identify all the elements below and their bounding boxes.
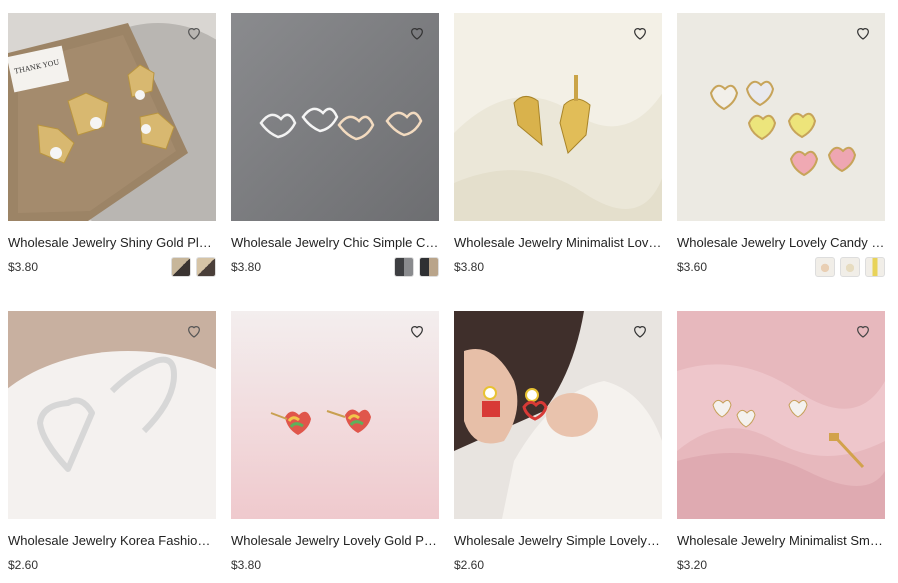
variant-swatch[interactable] xyxy=(171,257,191,277)
product-title[interactable]: Wholesale Jewelry Minimalist Lovel... xyxy=(454,235,662,251)
product-price: $2.60 xyxy=(8,558,39,572)
product-title[interactable]: Wholesale Jewelry Korea Fashion H... xyxy=(8,533,216,549)
product-price: $3.60 xyxy=(677,260,708,274)
product-image[interactable] xyxy=(677,13,885,221)
heart-outline-icon[interactable] xyxy=(632,323,648,339)
variant-swatch[interactable] xyxy=(196,257,216,277)
heart-outline-icon[interactable] xyxy=(855,25,871,41)
heart-outline-icon[interactable] xyxy=(186,25,202,41)
product-title[interactable]: Wholesale Jewelry Minimalist Small ... xyxy=(677,533,885,549)
product-title[interactable]: Wholesale Jewelry Shiny Gold Plate... xyxy=(8,235,216,251)
product-card[interactable]: Wholesale Jewelry Minimalist Small ... $… xyxy=(677,311,885,583)
variant-swatch[interactable] xyxy=(394,257,414,277)
product-card[interactable]: Wholesale Jewelry Minimalist Lovel... $3… xyxy=(454,13,662,285)
product-image[interactable] xyxy=(454,13,662,221)
color-swatches xyxy=(171,257,216,277)
variant-swatch[interactable] xyxy=(840,257,860,277)
product-image[interactable] xyxy=(677,311,885,519)
product-price: $3.80 xyxy=(8,260,39,274)
product-image[interactable] xyxy=(454,311,662,519)
product-image[interactable]: THANK YOU xyxy=(8,13,216,221)
product-card[interactable]: Wholesale Jewelry Lovely Candy Re... $3.… xyxy=(677,13,885,285)
heart-outline-icon[interactable] xyxy=(186,323,202,339)
product-image[interactable] xyxy=(231,13,439,221)
product-price: $3.80 xyxy=(231,260,262,274)
product-grid: THANK YOU Wholesale Jewelry Shiny Gold P… xyxy=(8,13,885,583)
product-price: $3.80 xyxy=(454,260,485,274)
product-price: $2.60 xyxy=(454,558,485,572)
product-title[interactable]: Wholesale Jewelry Chic Simple Cubi... xyxy=(231,235,439,251)
color-swatches xyxy=(815,257,885,277)
product-card[interactable]: Wholesale Jewelry Chic Simple Cubi... $3… xyxy=(231,13,439,285)
product-card[interactable]: Wholesale Jewelry Korea Fashion H... $2.… xyxy=(8,311,216,583)
product-image[interactable] xyxy=(8,311,216,519)
product-card[interactable]: Wholesale Jewelry Lovely Gold Plat... $3… xyxy=(231,311,439,583)
product-card[interactable]: THANK YOU Wholesale Jewelry Shiny Gold P… xyxy=(8,13,216,285)
product-title[interactable]: Wholesale Jewelry Lovely Candy Re... xyxy=(677,235,885,251)
variant-swatch[interactable] xyxy=(419,257,439,277)
product-title[interactable]: Wholesale Jewelry Simple Lovely Fl... xyxy=(454,533,662,549)
product-title[interactable]: Wholesale Jewelry Lovely Gold Plat... xyxy=(231,533,439,549)
product-price: $3.80 xyxy=(231,558,262,572)
heart-outline-icon[interactable] xyxy=(632,25,648,41)
color-swatches xyxy=(394,257,439,277)
product-image[interactable] xyxy=(231,311,439,519)
variant-swatch[interactable] xyxy=(865,257,885,277)
heart-outline-icon[interactable] xyxy=(409,323,425,339)
variant-swatch[interactable] xyxy=(815,257,835,277)
heart-outline-icon[interactable] xyxy=(855,323,871,339)
product-card[interactable]: Wholesale Jewelry Simple Lovely Fl... $2… xyxy=(454,311,662,583)
heart-outline-icon[interactable] xyxy=(409,25,425,41)
product-price: $3.20 xyxy=(677,558,708,572)
